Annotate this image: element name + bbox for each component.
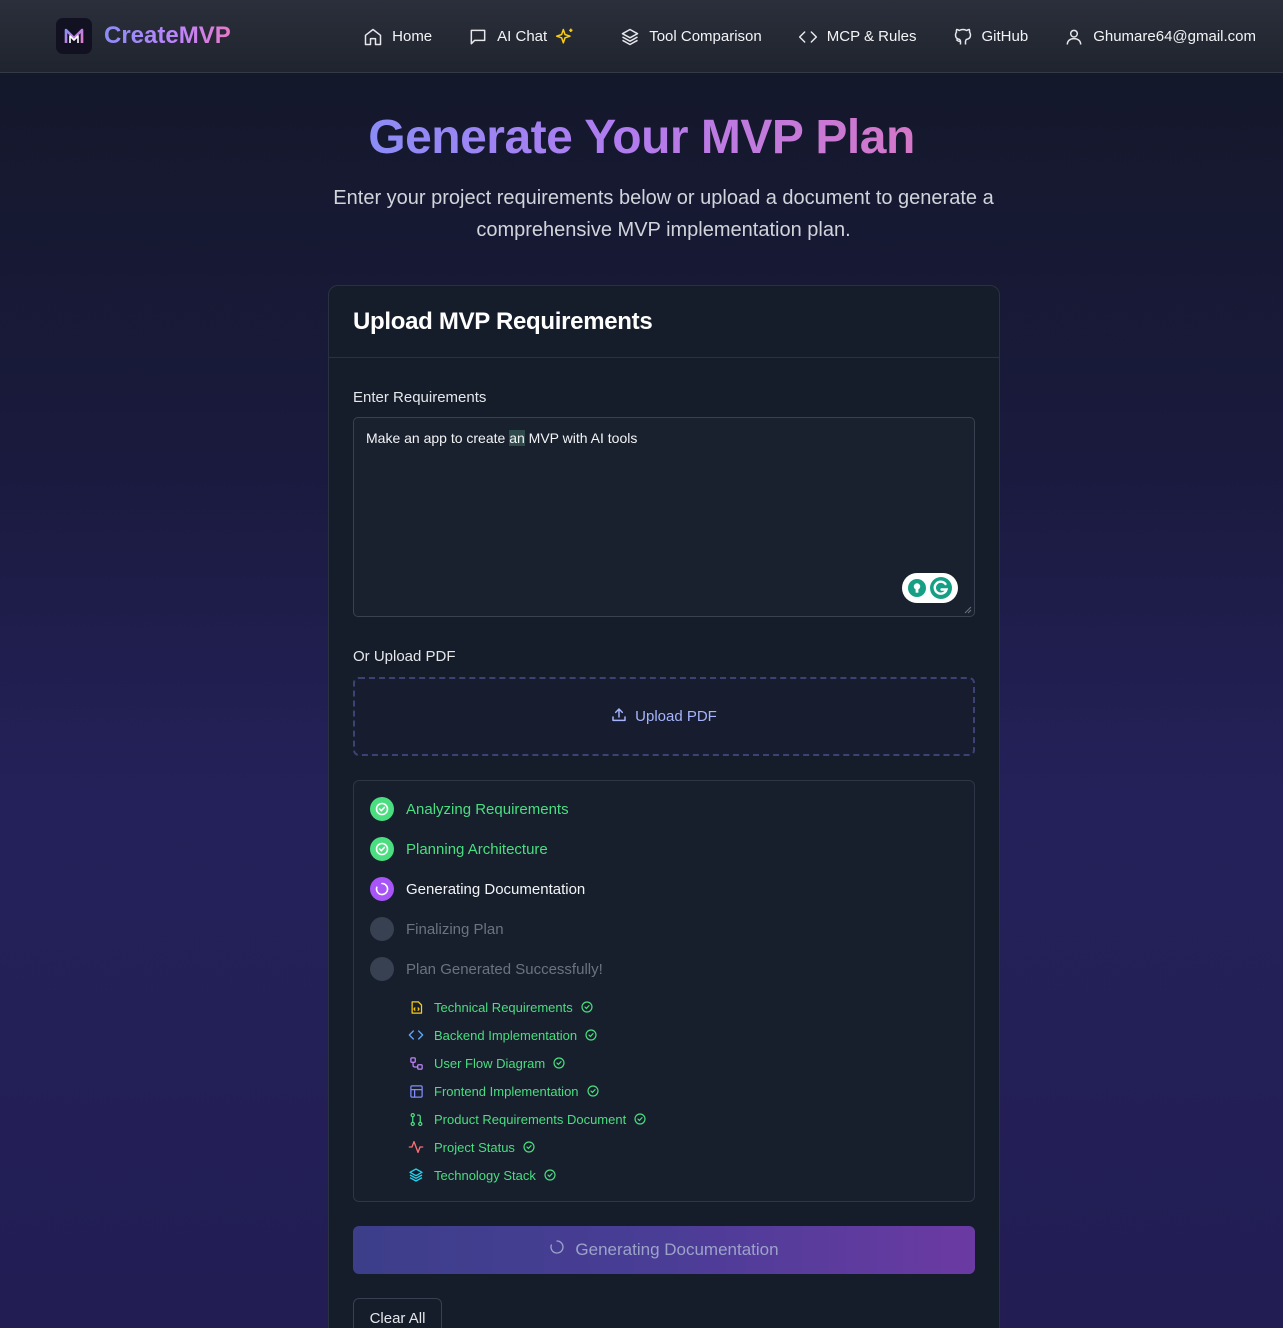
lightbulb-icon: [908, 579, 926, 597]
doc-label: Frontend Implementation: [434, 1083, 579, 1099]
generate-button[interactable]: Generating Documentation: [353, 1226, 975, 1274]
requirements-textarea[interactable]: Make an app to create an MVP with AI too…: [353, 417, 975, 617]
nav-github[interactable]: GitHub: [953, 27, 1029, 47]
requirements-text-highlight: an: [509, 430, 525, 446]
nav-user[interactable]: Ghumare64@gmail.com: [1064, 27, 1256, 47]
doc-label: Backend Implementation: [434, 1027, 578, 1043]
layout-icon: [408, 1083, 424, 1099]
layers-icon: [408, 1167, 424, 1183]
pending-dot-icon: [370, 917, 394, 941]
github-icon: [954, 28, 971, 44]
nav-mcp-rules[interactable]: MCP & Rules: [798, 27, 917, 47]
doc-backend-implementation: Backend Implementation: [408, 1027, 597, 1043]
generate-button-label: Generating Documentation: [575, 1240, 779, 1259]
step-plan-generated: Plan Generated Successfully!: [370, 957, 603, 981]
file-code-icon: [408, 999, 424, 1015]
upload-icon: [612, 707, 626, 721]
doc-label: Product Requirements Document: [434, 1111, 627, 1127]
clear-all-button[interactable]: Clear All: [353, 1298, 442, 1328]
progress-panel: Analyzing Requirements Planning Architec…: [353, 780, 975, 1202]
nav-tool-comparison-label: Tool Comparison: [649, 28, 762, 45]
nav-user-email: Ghumare64@gmail.com: [1093, 28, 1256, 45]
nav-mcp-rules-label: MCP & Rules: [826, 28, 917, 45]
nav-ai-chat[interactable]: AI Chat: [468, 27, 584, 47]
layers-icon: [621, 28, 639, 45]
nav-home-label: Home: [392, 28, 433, 45]
grammarly-widget[interactable]: [902, 573, 958, 603]
requirements-card: Upload MVP Requirements Enter Requiremen…: [328, 285, 1000, 1328]
message-square-icon: [470, 29, 486, 44]
upload-label: Or Upload PDF: [353, 648, 456, 665]
step-analyzing-requirements: Analyzing Requirements: [370, 797, 569, 821]
check-circle-icon: [586, 1085, 599, 1097]
activity-icon: [408, 1139, 424, 1155]
loader-icon: [370, 877, 394, 901]
doc-label: Technical Requirements: [434, 999, 573, 1015]
user-icon: [1066, 29, 1082, 45]
brand[interactable]: CreateMVP: [56, 18, 231, 54]
loader-icon: [550, 1240, 565, 1254]
step-label: Planning Architecture: [406, 840, 548, 858]
doc-frontend-implementation: Frontend Implementation: [408, 1083, 599, 1099]
brand-name: CreateMVP: [104, 22, 231, 49]
resize-handle-icon[interactable]: [964, 606, 972, 614]
step-planning-architecture: Planning Architecture: [370, 837, 548, 861]
check-circle-icon: [544, 1169, 556, 1181]
page-subtitle: Enter your project requirements below or…: [333, 187, 994, 241]
doc-label: User Flow Diagram: [434, 1055, 546, 1071]
code-icon: [798, 30, 817, 43]
check-circle-icon: [634, 1113, 646, 1125]
workflow-icon: [408, 1055, 424, 1071]
requirements-label: Enter Requirements: [353, 389, 487, 406]
clear-all-label: Clear All: [369, 1309, 426, 1327]
home-icon: [364, 28, 382, 45]
nav-github-label: GitHub: [981, 28, 1029, 45]
doc-label: Technology Stack: [434, 1167, 536, 1183]
check-circle-icon: [581, 1001, 593, 1013]
nav-home[interactable]: Home: [363, 27, 432, 47]
upload-pdf-dropzone[interactable]: Upload PDF: [353, 677, 975, 756]
page-title: Generate Your MVP Plan: [368, 111, 915, 164]
check-circle-icon: [370, 797, 394, 821]
step-label: Plan Generated Successfully!: [406, 960, 603, 978]
sparkles-icon: [556, 28, 573, 44]
nav-ai-chat-label: AI Chat: [497, 28, 548, 45]
step-finalizing-plan: Finalizing Plan: [370, 917, 504, 941]
doc-label: Project Status: [434, 1139, 515, 1155]
requirements-text-start: Make an app to create: [366, 430, 510, 446]
top-navbar: CreateMVP Home AI Chat Tool Comparison M…: [0, 0, 1283, 73]
step-generating-documentation: Generating Documentation: [370, 877, 585, 901]
logo-icon: [56, 18, 92, 54]
check-circle-icon: [370, 837, 394, 861]
card-title: Upload MVP Requirements: [353, 307, 653, 335]
step-label: Finalizing Plan: [406, 920, 504, 938]
requirements-text-end: MVP with AI tools: [524, 430, 638, 446]
step-label: Analyzing Requirements: [406, 800, 569, 818]
doc-product-requirements: Product Requirements Document: [408, 1111, 646, 1127]
git-pull-request-icon: [408, 1111, 424, 1127]
doc-project-status: Project Status: [408, 1139, 535, 1155]
card-header: Upload MVP Requirements: [329, 286, 999, 358]
doc-technical-requirements: Technical Requirements: [408, 999, 593, 1015]
nav-tool-comparison[interactable]: Tool Comparison: [620, 27, 762, 47]
doc-user-flow-diagram: User Flow Diagram: [408, 1055, 565, 1071]
code-icon: [408, 1027, 424, 1043]
check-circle-icon: [553, 1057, 565, 1069]
check-circle-icon: [585, 1029, 597, 1041]
upload-pdf-label: Upload PDF: [635, 708, 717, 725]
step-label: Generating Documentation: [406, 880, 586, 898]
grammarly-icon: [930, 577, 952, 599]
pending-dot-icon: [370, 957, 394, 981]
doc-technology-stack: Technology Stack: [408, 1167, 556, 1183]
check-circle-icon: [523, 1141, 535, 1153]
